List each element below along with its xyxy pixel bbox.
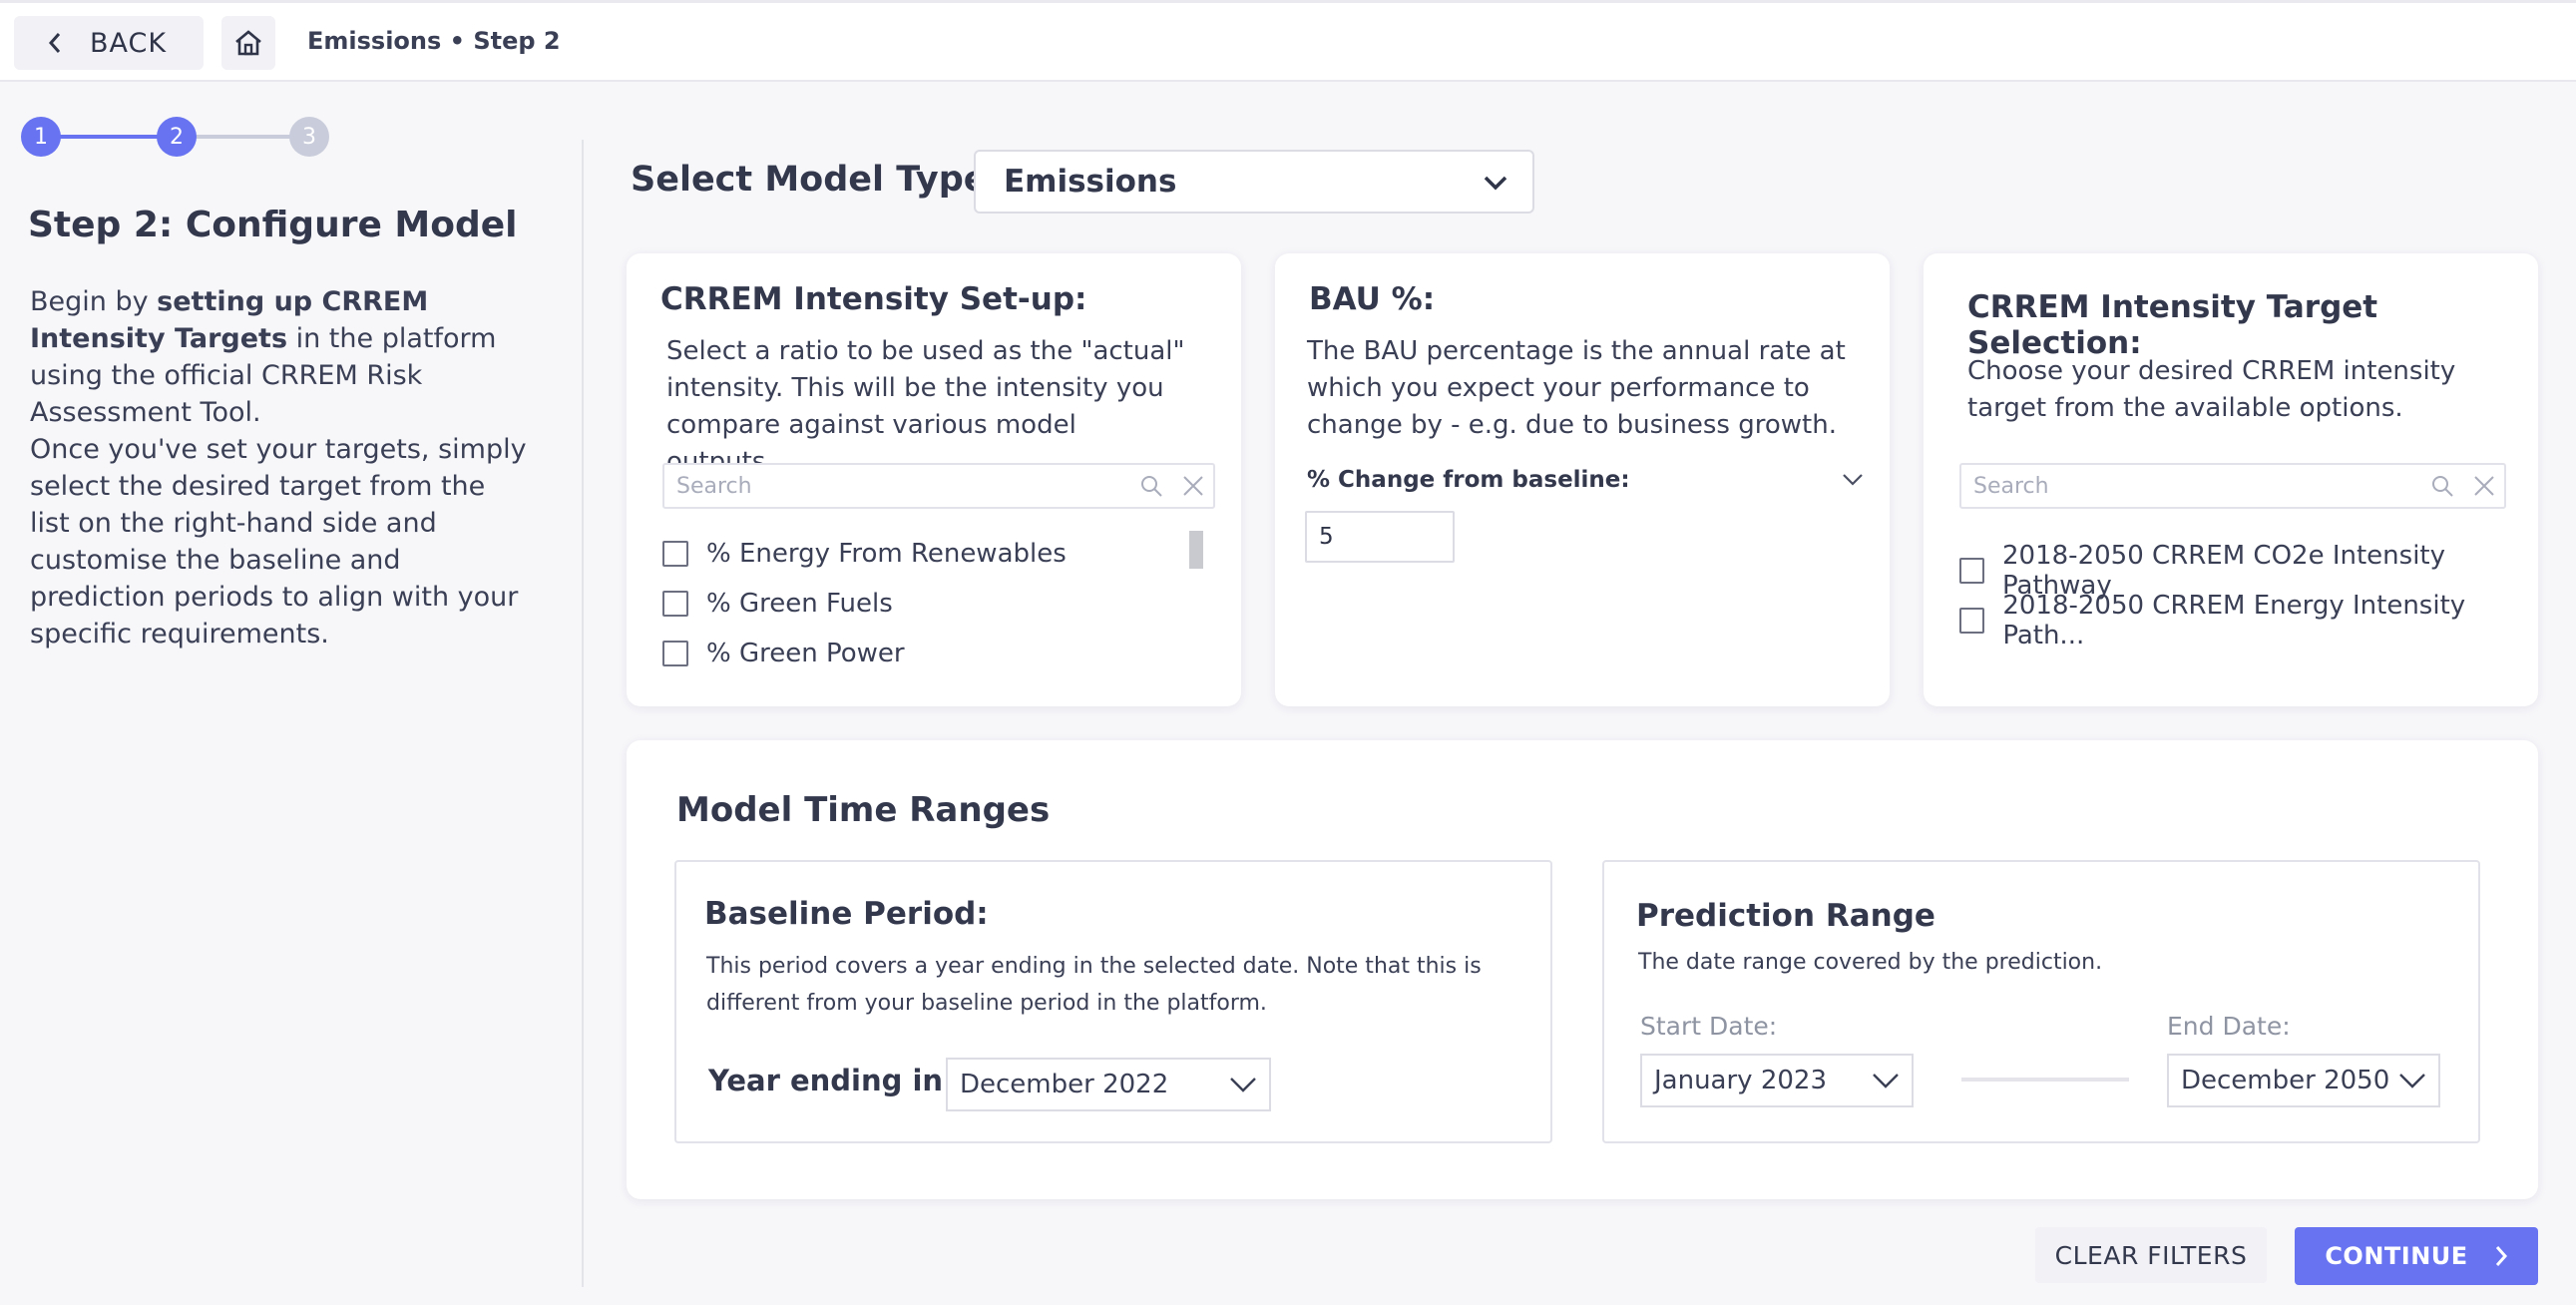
bau-title: BAU %: — [1309, 281, 1436, 317]
prediction-range-panel: Prediction Range The date range covered … — [1602, 860, 2480, 1143]
step-3-dot: 3 — [289, 117, 329, 157]
baseline-title: Baseline Period: — [704, 896, 989, 932]
checkbox[interactable] — [662, 541, 688, 567]
step-2-dot: 2 — [157, 117, 197, 157]
bau-field-label: % Change from baseline: — [1307, 467, 1630, 493]
model-type-select[interactable]: Emissions — [974, 150, 1534, 214]
list-item[interactable]: % Energy From Renewables — [662, 539, 1067, 569]
search-icon[interactable] — [2430, 474, 2454, 498]
continue-button[interactable]: CONTINUE — [2295, 1227, 2538, 1285]
crrem-setup-search[interactable]: Search — [662, 463, 1215, 509]
crrem-setup-card: CRREM Intensity Set-up: Select a ratio t… — [627, 253, 1241, 706]
bau-description: The BAU percentage is the annual rate at… — [1307, 336, 1846, 440]
search-placeholder: Search — [1973, 473, 2049, 499]
start-date-label: Start Date: — [1640, 1012, 1778, 1041]
prediction-description: The date range covered by the prediction… — [1638, 950, 2103, 975]
top-bar: BACK Emissions • Step 2 — [0, 0, 2576, 82]
time-ranges-card: Model Time Ranges Baseline Period: This … — [627, 740, 2538, 1199]
search-icon[interactable] — [1139, 474, 1163, 498]
list-item[interactable]: % Green Fuels — [662, 589, 893, 619]
chevron-right-icon — [2495, 1246, 2507, 1266]
back-label: BACK — [90, 27, 168, 59]
back-button[interactable]: BACK — [14, 16, 204, 70]
model-type-label: Select Model Type: — [631, 160, 1002, 200]
end-date-label: End Date: — [2167, 1012, 2291, 1041]
target-selection-card: CRREM Intensity Target Selection: Choose… — [1924, 253, 2538, 706]
checkbox[interactable] — [1959, 558, 1985, 584]
baseline-description: This period covers a year ending in the … — [706, 954, 1482, 1016]
home-button[interactable] — [221, 16, 275, 70]
start-date-select[interactable]: January 2023 — [1640, 1054, 1914, 1107]
intro-paragraph: Begin by setting up CRREM Intensity Targ… — [30, 286, 497, 428]
list-item[interactable]: % Green Power — [662, 639, 905, 668]
model-type-value: Emissions — [1004, 164, 1177, 200]
checkbox[interactable] — [1959, 608, 1985, 634]
chevron-down-icon — [1484, 176, 1507, 191]
target-selection-title: CRREM Intensity Target Selection: — [1967, 289, 2378, 361]
close-icon[interactable] — [2472, 474, 2496, 498]
chevron-down-icon — [1873, 1074, 1899, 1088]
year-ending-select[interactable]: December 2022 — [946, 1058, 1271, 1111]
chevron-down-icon[interactable] — [1842, 473, 1864, 487]
chevron-down-icon — [1230, 1078, 1256, 1092]
checkbox[interactable] — [662, 641, 688, 666]
list-item[interactable]: 2018-2050 CRREM Energy Intensity Path... — [1959, 591, 2538, 651]
target-selection-description: Choose your desired CRREM intensity targ… — [1967, 356, 2456, 423]
step-title: Step 2: Configure Model — [28, 205, 518, 245]
continue-label: CONTINUE — [2325, 1242, 2468, 1270]
baseline-period-panel: Baseline Period: This period covers a ye… — [674, 860, 1552, 1143]
date-range-separator — [1961, 1078, 2129, 1082]
crrem-setup-description: Select a ratio to be used as the "actual… — [666, 336, 1185, 477]
target-search[interactable]: Search — [1959, 463, 2506, 509]
chevron-down-icon — [2399, 1074, 2425, 1088]
bau-percent-input[interactable]: 5 — [1305, 511, 1455, 563]
checkbox[interactable] — [662, 591, 688, 617]
end-date-select[interactable]: December 2050 — [2167, 1054, 2440, 1107]
home-icon — [235, 30, 261, 56]
step-1-dot: 1 — [21, 117, 61, 157]
crrem-setup-title: CRREM Intensity Set-up: — [660, 281, 1087, 317]
close-icon[interactable] — [1181, 474, 1205, 498]
panel-divider — [582, 140, 584, 1287]
bau-card: BAU %: The BAU percentage is the annual … — [1275, 253, 1890, 706]
clear-filters-button[interactable]: CLEAR FILTERS — [2035, 1227, 2267, 1283]
scrollbar-thumb[interactable] — [1189, 531, 1203, 569]
search-placeholder: Search — [676, 473, 752, 499]
prediction-title: Prediction Range — [1636, 898, 1935, 934]
year-ending-label: Year ending in: — [708, 1064, 955, 1097]
time-ranges-title: Model Time Ranges — [676, 790, 1051, 830]
instructions-paragraph: Once you've set your targets, simply sel… — [30, 434, 527, 650]
chevron-left-icon — [48, 33, 61, 53]
breadcrumb: Emissions • Step 2 — [307, 27, 561, 55]
